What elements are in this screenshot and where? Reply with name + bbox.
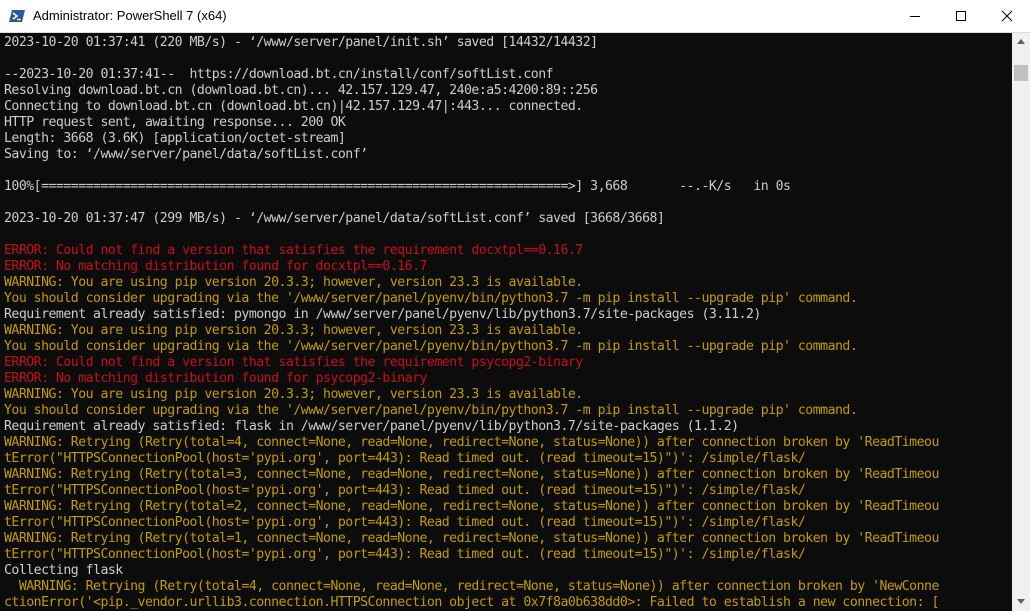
scroll-up-arrow-icon: [1017, 39, 1025, 44]
scroll-up-button[interactable]: [1012, 33, 1030, 50]
console-line: You should consider upgrading via the '/…: [4, 291, 858, 306]
title-bar[interactable]: Administrator: PowerShell 7 (x64): [0, 0, 1030, 33]
close-icon: [1001, 10, 1013, 22]
console-output[interactable]: 2023-10-20 01:37:41 (220 MB/s) - ‘/www/s…: [0, 33, 1012, 611]
console-line: WARNING: Retrying (Retry(total=1, connec…: [4, 531, 939, 546]
maximize-button[interactable]: [938, 0, 984, 32]
console-line: ERROR: No matching distribution found fo…: [4, 259, 427, 274]
maximize-icon: [956, 11, 966, 21]
console-line: WARNING: You are using pip version 20.3.…: [4, 275, 583, 290]
console-line: Resolving download.bt.cn (download.bt.cn…: [4, 83, 598, 98]
console-line: WARNING: Retrying (Retry(total=4, connec…: [4, 435, 939, 450]
scroll-down-button[interactable]: [1012, 594, 1030, 611]
vertical-scrollbar[interactable]: [1012, 33, 1030, 611]
console-line: You should consider upgrading via the '/…: [4, 403, 858, 418]
console-line: tError("HTTPSConnectionPool(host='pypi.o…: [4, 451, 806, 466]
console-line: --2023-10-20 01:37:41-- https://download…: [4, 67, 554, 82]
console-line: Collecting flask: [4, 563, 123, 578]
console-line: You should consider upgrading via the '/…: [4, 339, 858, 354]
console-line: WARNING: Retrying (Retry(total=4, connec…: [4, 579, 940, 594]
console-line: 2023-10-20 01:37:47 (299 MB/s) - ‘/www/s…: [4, 211, 665, 226]
close-button[interactable]: [984, 0, 1030, 32]
powershell-icon: [9, 8, 25, 24]
console-line: WARNING: You are using pip version 20.3.…: [4, 387, 583, 402]
powershell-window: Administrator: PowerShell 7 (x64) 2023-1…: [0, 0, 1030, 611]
console-line: Connecting to download.bt.cn (download.b…: [4, 99, 583, 114]
console-line: WARNING: Retrying (Retry(total=2, connec…: [4, 499, 939, 514]
window-title: Administrator: PowerShell 7 (x64): [33, 8, 227, 23]
console-line: 2023-10-20 01:37:41 (220 MB/s) - ‘/www/s…: [4, 35, 598, 50]
console-line: Saving to: ‘/www/server/panel/data/softL…: [4, 147, 368, 162]
console-line: Requirement already satisfied: pymongo i…: [4, 307, 761, 322]
console-line: ERROR: Could not find a version that sat…: [4, 355, 583, 370]
console-line: tError("HTTPSConnectionPool(host='pypi.o…: [4, 515, 806, 530]
minimize-icon: [910, 16, 920, 17]
console-line: WARNING: You are using pip version 20.3.…: [4, 323, 583, 338]
console-line: tError("HTTPSConnectionPool(host='pypi.o…: [4, 483, 806, 498]
console-line: Requirement already satisfied: flask in …: [4, 419, 739, 434]
console-line: ERROR: Could not find a version that sat…: [4, 243, 583, 258]
console-line: ERROR: No matching distribution found fo…: [4, 371, 427, 386]
console-line: HTTP request sent, awaiting response... …: [4, 115, 346, 130]
scroll-down-arrow-icon: [1017, 599, 1025, 604]
minimize-button[interactable]: [892, 0, 938, 32]
scroll-thumb[interactable]: [1014, 65, 1028, 81]
console-line: 100%[===================================…: [4, 179, 791, 194]
console-line: tError("HTTPSConnectionPool(host='pypi.o…: [4, 547, 806, 562]
console-line: ctionError('<pip._vendor.urllib3.connect…: [4, 595, 939, 610]
console-line: WARNING: Retrying (Retry(total=3, connec…: [4, 467, 939, 482]
console-line: Length: 3668 (3.6K) [application/octet-s…: [4, 131, 346, 146]
